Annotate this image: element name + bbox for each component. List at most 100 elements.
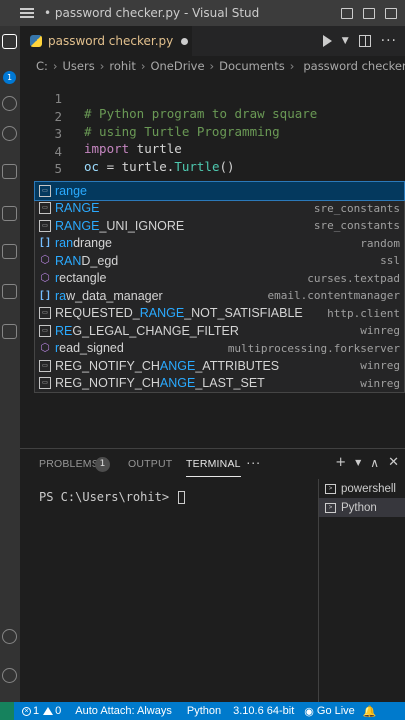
- autocomplete-suggestions: ▭ range ▭ RANGE sre_constants ▭ RANGE_UN…: [34, 181, 405, 393]
- breadcrumb: C: › Users › rohit › OneDrive › Document…: [20, 56, 405, 76]
- terminal-icon: >: [325, 483, 336, 494]
- tab-terminal[interactable]: TERMINAL: [186, 458, 241, 477]
- terminal-icon: >: [325, 502, 336, 513]
- problems-status[interactable]: × 1 0: [22, 705, 61, 717]
- function-cube-icon: ⬡: [40, 341, 50, 354]
- explorer-badge: 1: [3, 71, 16, 84]
- terminal-item-powershell[interactable]: > powershell: [319, 479, 405, 498]
- suggestion-item[interactable]: ▭ REG_LEGAL_CHANGE_FILTER winreg: [35, 322, 404, 340]
- suggestion-item[interactable]: ⬡ rectangle curses.textpad: [35, 270, 404, 288]
- suggestion-item[interactable]: ⬡ RAND_egd ssl: [35, 252, 404, 270]
- suggestion-item[interactable]: ▭ RANGE_UNI_IGNORE sre_constants: [35, 217, 404, 235]
- variable-icon: ▭: [39, 359, 51, 372]
- tab-password-checker[interactable]: password checker.py: [20, 26, 192, 56]
- chevron-up-icon[interactable]: ∧: [370, 456, 379, 470]
- code-line: 1 # Python program to draw square: [20, 76, 405, 121]
- terminal-item-label: Python: [341, 501, 377, 514]
- bottom-panel: PROBLEMS 1 OUTPUT TERMINAL ··· + ▼ ∧ ✕ P…: [20, 448, 405, 703]
- more-views-icon[interactable]: ···: [246, 454, 261, 470]
- warning-icon: [43, 707, 54, 715]
- breadcrumb-users[interactable]: Users: [63, 59, 95, 73]
- suggestion-item[interactable]: ▭ REG_NOTIFY_CHANGE_LAST_SET winreg: [35, 375, 404, 393]
- run-dropdown-icon[interactable]: ▼: [342, 36, 349, 46]
- toggle-secondary-sidebar-icon[interactable]: [385, 7, 397, 19]
- terminal-cursor: [178, 491, 186, 504]
- explorer-icon[interactable]: [2, 34, 17, 49]
- terminal-item-python[interactable]: > Python: [319, 498, 405, 517]
- code-line: 4 oc = turtle.Turtle(): [20, 129, 405, 174]
- editor-tab-bar: password checker.py ▼ ···: [20, 26, 405, 56]
- breadcrumb-onedrive[interactable]: OneDrive: [150, 59, 204, 73]
- code-line: 3 import turtle: [20, 111, 405, 156]
- breadcrumb-file[interactable]: password checker.py: [303, 59, 405, 73]
- accounts-icon[interactable]: [2, 629, 17, 644]
- docker-icon[interactable]: [2, 324, 17, 339]
- breadcrumb-drive[interactable]: C:: [36, 59, 48, 73]
- breadcrumb-documents[interactable]: Documents: [219, 59, 285, 73]
- broadcast-icon: ◉: [304, 705, 314, 718]
- code-line: 2 # using Turtle Programming: [20, 94, 405, 139]
- remote-indicator-icon[interactable]: [0, 702, 14, 720]
- go-live-button[interactable]: ◉ Go Live: [304, 705, 355, 718]
- title-bar: • password checker.py - Visual Stud: [0, 0, 405, 26]
- code-line-current: 6 for i in range: [20, 164, 405, 209]
- function-cube-icon: ⬡: [40, 254, 50, 267]
- variable-icon: [ ]: [40, 237, 50, 249]
- variable-icon: ▭: [39, 202, 51, 215]
- status-bar: × 1 0 Auto Attach: Always Python 3.10.6 …: [0, 702, 405, 720]
- terminal-prompt: PS C:\Users\rohit>: [39, 490, 170, 504]
- language-mode[interactable]: Python: [187, 705, 221, 717]
- close-panel-icon[interactable]: ✕: [388, 455, 399, 470]
- keyword-icon: ▭: [39, 184, 51, 197]
- manage-gear-icon[interactable]: [2, 668, 17, 683]
- python-file-icon: [30, 35, 42, 47]
- suggestion-item[interactable]: ▭ RANGE sre_constants: [35, 200, 404, 218]
- auto-attach-status[interactable]: Auto Attach: Always: [75, 705, 172, 717]
- window-title: • password checker.py - Visual Stud: [44, 6, 260, 20]
- chevron-right-icon: ›: [140, 59, 146, 73]
- testing-icon[interactable]: [2, 284, 17, 299]
- chevron-right-icon: ›: [209, 59, 215, 73]
- breadcrumb-rohit[interactable]: rohit: [109, 59, 136, 73]
- variable-icon: ▭: [39, 219, 51, 232]
- toggle-sidebar-icon[interactable]: [341, 7, 353, 19]
- function-cube-icon: ⬡: [40, 271, 50, 284]
- run-debug-icon[interactable]: [2, 164, 17, 179]
- new-terminal-plus-icon[interactable]: +: [335, 455, 346, 470]
- notifications-bell-icon[interactable]: 🔔: [363, 705, 377, 718]
- variable-icon: [ ]: [40, 289, 50, 301]
- unsaved-dot-icon[interactable]: [181, 37, 189, 45]
- suggestion-item[interactable]: ▭ REG_NOTIFY_CHANGE_ATTRIBUTES winreg: [35, 357, 404, 375]
- error-icon: ×: [22, 706, 31, 716]
- code-line: 5: [20, 146, 405, 176]
- tab-problems[interactable]: PROBLEMS: [39, 458, 99, 470]
- problems-count-badge: 1: [95, 457, 110, 472]
- chevron-right-icon: ›: [289, 59, 295, 73]
- suggestion-item-range[interactable]: ▭ range: [34, 181, 405, 201]
- terminal-list: > powershell > Python: [318, 479, 405, 703]
- remote-explorer-icon[interactable]: [2, 206, 17, 221]
- search-icon[interactable]: [2, 96, 17, 111]
- activity-bar: 1: [0, 26, 20, 702]
- panel-tabs: PROBLEMS 1 OUTPUT TERMINAL ··· + ▼ ∧ ✕: [20, 449, 405, 481]
- terminal-dropdown-icon[interactable]: ▼: [355, 458, 361, 467]
- suggestion-item[interactable]: ▭ REQUESTED_RANGE_NOT_SATISFIABLE http.c…: [35, 305, 404, 323]
- variable-icon: ▭: [39, 377, 51, 390]
- split-editor-icon[interactable]: [358, 35, 371, 47]
- toggle-panel-icon[interactable]: [363, 7, 375, 19]
- tab-output[interactable]: OUTPUT: [128, 458, 172, 470]
- terminal-output[interactable]: PS C:\Users\rohit>: [39, 490, 186, 504]
- menu-icon[interactable]: [20, 8, 34, 18]
- extensions-icon[interactable]: [2, 244, 17, 259]
- suggestion-item[interactable]: [ ] raw_data_manager email.contentmanage…: [35, 287, 404, 305]
- chevron-right-icon: ›: [99, 59, 105, 73]
- suggestion-item[interactable]: [ ] randrange random: [35, 235, 404, 253]
- source-control-icon[interactable]: [2, 126, 17, 141]
- python-interpreter[interactable]: 3.10.6 64-bit: [233, 705, 294, 717]
- chevron-right-icon: ›: [52, 59, 58, 73]
- suggestion-item[interactable]: ⬡ read_signed multiprocessing.forkserver: [35, 340, 404, 358]
- terminal-item-label: powershell: [341, 482, 396, 495]
- variable-icon: ▭: [39, 307, 51, 320]
- run-python-icon[interactable]: [322, 35, 332, 47]
- more-actions-icon[interactable]: ···: [381, 33, 397, 49]
